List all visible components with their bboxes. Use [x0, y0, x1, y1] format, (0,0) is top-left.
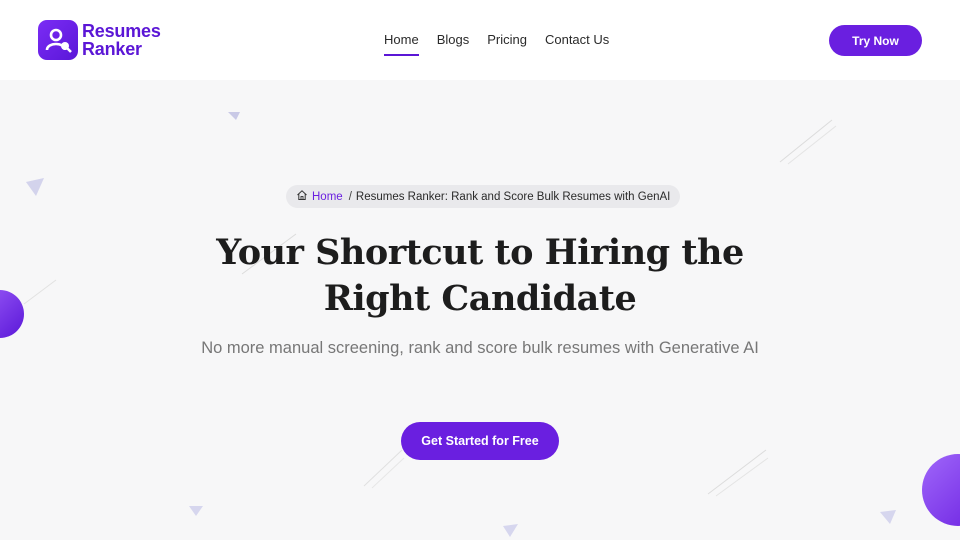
line-decoration — [23, 279, 57, 305]
brand-logo[interactable]: Resumes Ranker — [38, 20, 161, 60]
decorative-blob-right — [922, 454, 960, 526]
hero-title-line1: Your Shortcut to Hiring the — [216, 232, 744, 273]
hero-subtitle: No more manual screening, rank and score… — [201, 339, 759, 357]
site-header: Resumes Ranker Home Blogs Pricing Contac… — [0, 0, 960, 80]
nav-item-blogs[interactable]: Blogs — [437, 32, 470, 54]
breadcrumb-separator: / — [348, 190, 352, 203]
triangle-decoration — [189, 506, 203, 516]
line-decoration — [787, 125, 837, 165]
try-now-button[interactable]: Try Now — [829, 25, 922, 56]
triangle-decoration — [228, 112, 240, 120]
line-decoration — [371, 457, 405, 489]
home-icon — [296, 189, 308, 204]
brand-name-line1: Resumes — [82, 21, 161, 41]
hero-title-line2: Right Candidate — [323, 278, 637, 319]
breadcrumb-home-link[interactable]: Home — [312, 191, 343, 203]
brand-name-line2: Ranker — [82, 39, 142, 59]
nav-item-pricing[interactable]: Pricing — [487, 32, 527, 54]
triangle-decoration — [503, 524, 518, 537]
line-decoration — [779, 119, 833, 163]
line-decoration — [715, 457, 769, 497]
breadcrumb: Home / Resumes Ranker: Rank and Score Bu… — [286, 185, 681, 208]
triangle-decoration — [26, 178, 44, 196]
line-decoration — [363, 449, 403, 487]
logo-icon — [38, 20, 78, 60]
nav-item-home[interactable]: Home — [384, 32, 419, 56]
hero-title: Your Shortcut to Hiring the Right Candid… — [180, 230, 780, 322]
breadcrumb-current: Resumes Ranker: Rank and Score Bulk Resu… — [355, 190, 671, 203]
get-started-button[interactable]: Get Started for Free — [401, 422, 559, 460]
nav-item-contact-us[interactable]: Contact Us — [545, 32, 609, 54]
line-decoration — [707, 449, 767, 495]
decorative-blob-left — [0, 290, 24, 338]
triangle-decoration — [880, 510, 896, 524]
brand-name: Resumes Ranker — [82, 22, 161, 58]
main-nav: Home Blogs Pricing Contact Us — [384, 32, 627, 56]
